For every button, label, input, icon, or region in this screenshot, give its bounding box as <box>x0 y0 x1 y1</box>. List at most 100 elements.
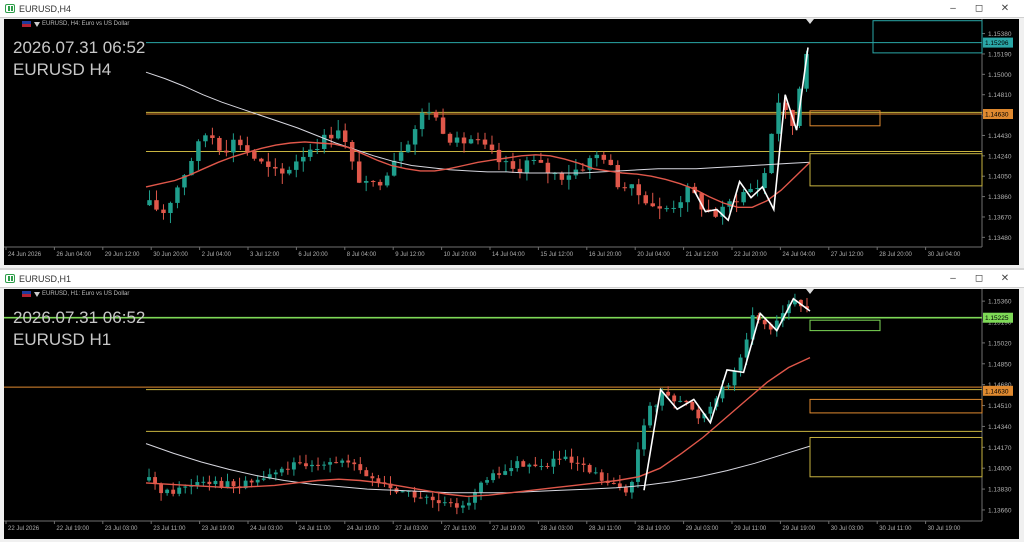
chart-window-h4[interactable]: EURUSD,H4 – ◻ ✕ 1.15380 1.15190 1.15000 1.1… <box>0 0 1024 268</box>
candle <box>545 462 550 469</box>
candle-body <box>358 464 363 471</box>
zone-box <box>872 20 983 54</box>
price-chart-h4[interactable]: 1.153801.151901.150001.148101.146201.144… <box>4 19 1019 265</box>
candle-body <box>762 173 767 189</box>
price-label: 1.14340 <box>988 424 1012 431</box>
time-label: 27 Jul 12:00 <box>831 252 864 258</box>
candle-body <box>533 464 538 467</box>
candle <box>285 461 290 475</box>
chart-canvas-h1[interactable]: 1.153601.151901.150201.148501.146801.145… <box>4 289 1019 539</box>
candle-body <box>377 181 383 186</box>
minimize-icon[interactable]: – <box>940 0 966 17</box>
candle-body <box>726 385 731 387</box>
price-label: 1.14000 <box>988 466 1012 473</box>
chart-window-h1[interactable]: EURUSD,H1 – ◻ ✕ 1.15360 1.15190 1.15020 1.1… <box>0 270 1024 542</box>
time-label: 16 Jul 20:00 <box>589 252 622 258</box>
candle <box>678 196 683 217</box>
candle-body <box>521 461 526 467</box>
window-titlebar[interactable]: EURUSD,H1 – ◻ ✕ <box>0 270 1024 288</box>
candle <box>328 457 333 473</box>
candle-body <box>762 320 767 325</box>
candle-body <box>475 139 481 141</box>
candle <box>436 493 441 512</box>
candle <box>356 150 362 184</box>
close-icon[interactable]: ✕ <box>992 270 1018 287</box>
candle-body <box>684 400 689 403</box>
candle <box>587 463 592 474</box>
eur-usd-flag-icon <box>22 21 31 27</box>
candle-body <box>426 112 432 114</box>
candle <box>310 460 314 473</box>
candle-body <box>489 144 495 150</box>
candle <box>388 476 393 496</box>
candle-body <box>175 187 180 203</box>
candle <box>748 183 753 193</box>
candle <box>382 475 387 488</box>
ema-line <box>145 356 811 498</box>
price-label: 1.14510 <box>988 403 1012 410</box>
candle <box>601 151 607 164</box>
one-click-trade-icon[interactable] <box>34 21 40 27</box>
time-label: 24 Jul 04:00 <box>782 252 815 258</box>
one-click-trade-icon[interactable] <box>34 291 40 297</box>
price-chart-h1[interactable]: 1.15360 1.15190 1.15020 1.14850 1.14680 1.145… <box>4 289 1019 539</box>
candle <box>636 178 641 205</box>
candle <box>623 484 628 497</box>
candle-body <box>334 462 339 464</box>
candle <box>648 402 652 429</box>
time-label: 23 Jul 11:00 <box>153 526 186 532</box>
candle-body <box>316 464 320 466</box>
time-label: 9 Jul 12:00 <box>395 252 425 258</box>
time-label: 30 Jul 03:00 <box>831 526 864 532</box>
candle-body <box>468 139 474 144</box>
time-label: 23 Jul 19:00 <box>202 526 235 532</box>
chart-canvas-h4[interactable]: 1.153801.151901.150001.148101.146201.144… <box>4 19 1019 265</box>
candle-body <box>217 137 222 151</box>
candle <box>509 460 514 476</box>
time-label: 14 Jul 04:00 <box>492 252 525 258</box>
maximize-icon[interactable]: ◻ <box>966 270 992 287</box>
window-titlebar[interactable]: EURUSD,H4 – ◻ ✕ <box>0 0 1024 18</box>
close-icon[interactable]: ✕ <box>992 0 1018 17</box>
candle-body <box>159 484 164 494</box>
candle-body <box>370 181 376 183</box>
candle <box>605 473 610 486</box>
candle <box>769 133 774 175</box>
candle-body <box>575 462 580 464</box>
candle <box>266 152 271 177</box>
candle <box>678 395 683 403</box>
candle-body <box>147 200 152 206</box>
time-label: 30 Jun 20:00 <box>153 252 188 258</box>
candle-body <box>734 201 739 203</box>
candle-body <box>678 202 683 208</box>
candle <box>521 459 526 467</box>
candle <box>485 476 489 486</box>
time-label: 30 Jul 19:00 <box>928 526 961 532</box>
candle-body <box>161 209 166 214</box>
candle <box>448 498 453 508</box>
candle-body <box>436 500 441 504</box>
candle <box>224 139 229 157</box>
time-label: 27 Jul 03:00 <box>395 526 428 532</box>
maximize-icon[interactable]: ◻ <box>966 0 992 17</box>
candle-body <box>301 156 306 162</box>
candle-body <box>594 154 600 159</box>
minimize-icon[interactable]: – <box>940 270 966 287</box>
time-label: 29 Jul 03:00 <box>686 526 719 532</box>
candle-body <box>171 489 176 494</box>
candle <box>297 455 302 465</box>
candle <box>491 469 496 483</box>
candle <box>643 191 648 206</box>
time-label: 29 Jul 11:00 <box>734 526 767 532</box>
candle <box>334 456 339 464</box>
candle-body <box>708 406 713 414</box>
candle-body <box>538 159 544 163</box>
time-label: 22 Jul 19:00 <box>56 526 89 532</box>
candle <box>575 456 580 471</box>
time-label: 26 Jun 04:00 <box>56 252 91 258</box>
candle <box>650 192 655 208</box>
candle <box>259 157 264 164</box>
candle <box>538 152 544 163</box>
candle <box>159 482 164 501</box>
time-label: 28 Jul 11:00 <box>589 526 622 532</box>
